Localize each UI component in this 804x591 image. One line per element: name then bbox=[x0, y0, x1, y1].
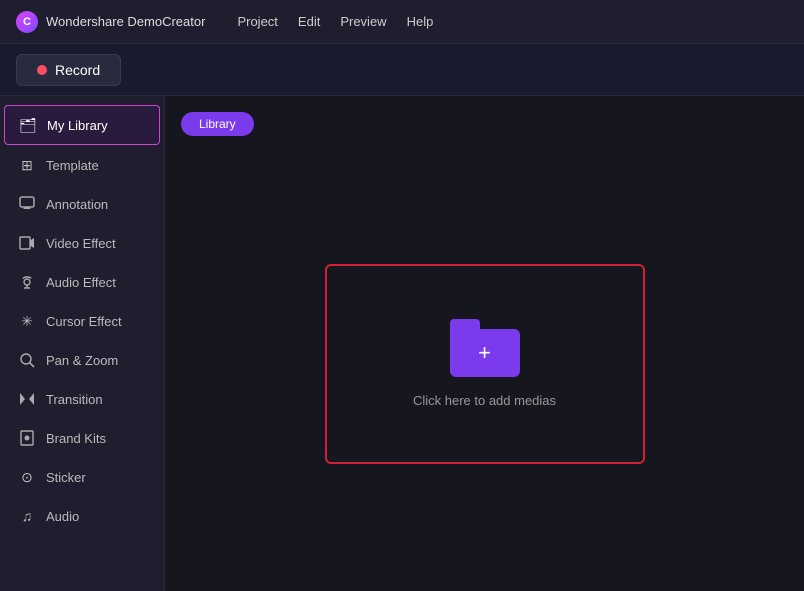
folder-icon: + bbox=[450, 319, 520, 377]
add-media-text: Click here to add medias bbox=[413, 393, 556, 408]
sidebar: 🗂 My Library ⊞ Template Annotation Video… bbox=[0, 96, 165, 591]
content-tabs: Library bbox=[181, 112, 788, 136]
sidebar-item-template[interactable]: ⊞ Template bbox=[4, 146, 160, 184]
cursor-effect-icon: ✳ bbox=[18, 312, 36, 330]
pan-zoom-icon bbox=[18, 351, 36, 369]
sidebar-label-template: Template bbox=[46, 158, 99, 173]
video-effect-icon bbox=[18, 234, 36, 252]
sidebar-label-sticker: Sticker bbox=[46, 470, 86, 485]
sidebar-item-video-effect[interactable]: Video Effect bbox=[4, 224, 160, 262]
menu-project[interactable]: Project bbox=[237, 14, 277, 29]
sidebar-label-audio-effect: Audio Effect bbox=[46, 275, 116, 290]
sidebar-item-audio-effect[interactable]: Audio Effect bbox=[4, 263, 160, 301]
audio-effect-icon bbox=[18, 273, 36, 291]
sidebar-label-transition: Transition bbox=[46, 392, 103, 407]
sidebar-item-pan-zoom[interactable]: Pan & Zoom bbox=[4, 341, 160, 379]
menu-edit[interactable]: Edit bbox=[298, 14, 320, 29]
sidebar-label-pan-zoom: Pan & Zoom bbox=[46, 353, 118, 368]
folder-body: + bbox=[450, 329, 520, 377]
my-library-icon: 🗂 bbox=[19, 116, 37, 134]
menu-bar: Project Edit Preview Help bbox=[237, 14, 433, 29]
tab-library[interactable]: Library bbox=[181, 112, 254, 136]
sidebar-item-audio[interactable]: ♫ Audio bbox=[4, 497, 160, 535]
add-media-box[interactable]: + Click here to add medias bbox=[325, 264, 645, 464]
sidebar-item-transition[interactable]: Transition bbox=[4, 380, 160, 418]
sidebar-label-video-effect: Video Effect bbox=[46, 236, 116, 251]
sidebar-item-my-library[interactable]: 🗂 My Library bbox=[4, 105, 160, 145]
content-area: Library + Click here to add medias bbox=[165, 96, 804, 591]
template-icon: ⊞ bbox=[18, 156, 36, 174]
media-area: + Click here to add medias bbox=[181, 152, 788, 575]
sticker-icon: ⊙ bbox=[18, 468, 36, 486]
sidebar-item-brand-kits[interactable]: Brand Kits bbox=[4, 419, 160, 457]
sidebar-item-cursor-effect[interactable]: ✳ Cursor Effect bbox=[4, 302, 160, 340]
main-layout: 🗂 My Library ⊞ Template Annotation Video… bbox=[0, 96, 804, 591]
transition-icon bbox=[18, 390, 36, 408]
audio-icon: ♫ bbox=[18, 507, 36, 525]
app-logo-icon: C bbox=[16, 11, 38, 33]
sidebar-label-annotation: Annotation bbox=[46, 197, 108, 212]
record-label: Record bbox=[55, 62, 100, 78]
toolbar: Record bbox=[0, 44, 804, 96]
folder-plus-icon: + bbox=[478, 342, 491, 364]
sidebar-label-cursor-effect: Cursor Effect bbox=[46, 314, 122, 329]
sidebar-label-brand-kits: Brand Kits bbox=[46, 431, 106, 446]
brand-kits-icon bbox=[18, 429, 36, 447]
app-logo: C Wondershare DemoCreator bbox=[16, 11, 205, 33]
menu-preview[interactable]: Preview bbox=[340, 14, 386, 29]
sidebar-label-audio: Audio bbox=[46, 509, 79, 524]
sidebar-item-annotation[interactable]: Annotation bbox=[4, 185, 160, 223]
record-button[interactable]: Record bbox=[16, 54, 121, 86]
menu-help[interactable]: Help bbox=[407, 14, 434, 29]
sidebar-label-my-library: My Library bbox=[47, 118, 108, 133]
annotation-icon bbox=[18, 195, 36, 213]
app-name: Wondershare DemoCreator bbox=[46, 14, 205, 29]
record-dot-icon bbox=[37, 65, 47, 75]
titlebar: C Wondershare DemoCreator Project Edit P… bbox=[0, 0, 804, 44]
sidebar-item-sticker[interactable]: ⊙ Sticker bbox=[4, 458, 160, 496]
